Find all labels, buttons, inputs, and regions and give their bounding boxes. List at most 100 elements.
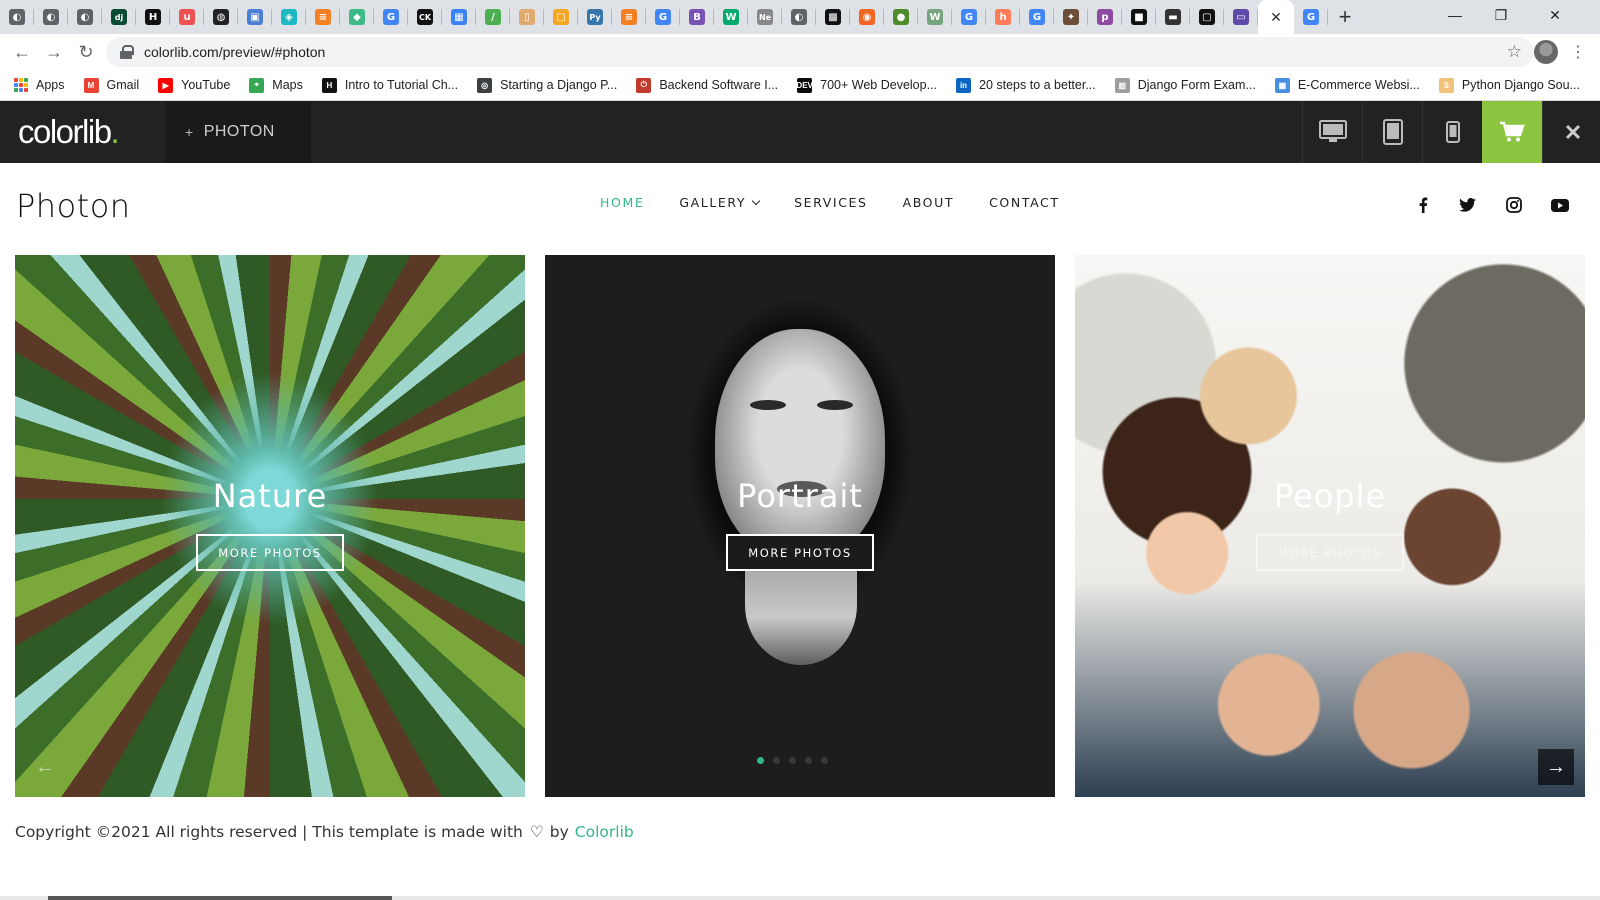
bookmark-item[interactable]: ▦ E-Commerce Websi... [1274, 77, 1420, 93]
browser-tab[interactable]: ■ [1122, 0, 1156, 34]
carousel-dot[interactable] [757, 757, 764, 764]
browser-tab[interactable]: ≡ [612, 0, 646, 34]
bookmark-item[interactable]: S Python Django Sou... [1438, 77, 1580, 93]
browser-tab[interactable]: ◐ [34, 0, 68, 34]
browser-menu-icon[interactable]: ⋮ [1570, 42, 1586, 62]
colorlib-logo[interactable]: colorlib. [18, 113, 120, 151]
facebook-icon[interactable] [1411, 193, 1435, 217]
browser-tab[interactable]: ✦ [1054, 0, 1088, 34]
browser-tab[interactable]: Py [578, 0, 612, 34]
browser-tab[interactable]: B [680, 0, 714, 34]
colorlib-link[interactable]: Colorlib [575, 823, 634, 841]
nav-contact[interactable]: CONTACT [989, 195, 1059, 210]
twitter-icon[interactable] [1455, 193, 1479, 217]
hubspot-icon: h [995, 9, 1011, 25]
browser-tab[interactable]: G [1020, 0, 1054, 34]
desktop-view-button[interactable] [1302, 101, 1362, 163]
browser-tab[interactable]: ◆ [340, 0, 374, 34]
carousel-prev-icon[interactable]: ← [27, 749, 63, 785]
browser-tab[interactable]: G [1294, 0, 1328, 34]
reload-icon[interactable]: ↻ [70, 36, 102, 68]
bookmark-item[interactable]: M Gmail [83, 77, 139, 93]
bookmark-item[interactable]: H Intro to Tutorial Ch... [321, 77, 458, 93]
profile-avatar[interactable] [1534, 40, 1558, 64]
browser-tab[interactable]: ◉ [850, 0, 884, 34]
site-brand[interactable]: Photon [16, 187, 131, 225]
browser-tab[interactable]: ▦ [442, 0, 476, 34]
browser-tab[interactable]: ≡ [306, 0, 340, 34]
browser-tab[interactable]: G [952, 0, 986, 34]
scrollbar-thumb[interactable] [48, 896, 392, 900]
new-tab-button[interactable]: + [1328, 0, 1362, 34]
tablet-view-button[interactable] [1362, 101, 1422, 163]
bookmark-item[interactable]: ▶ YouTube [158, 77, 230, 93]
nav-about[interactable]: ABOUT [903, 195, 955, 210]
theme-selector[interactable]: + PHOTON [165, 101, 311, 163]
browser-tab[interactable]: G [646, 0, 680, 34]
carousel-dot[interactable] [773, 757, 780, 764]
back-icon[interactable]: ← [6, 36, 38, 68]
mobile-view-button[interactable] [1422, 101, 1482, 163]
cart-button[interactable] [1482, 101, 1542, 163]
browser-tab[interactable]: ▢ [544, 0, 578, 34]
browser-tab[interactable]: ▭ [1224, 0, 1258, 34]
close-preview-button[interactable] [1542, 101, 1600, 163]
browser-tab[interactable]: h [986, 0, 1020, 34]
browser-tab[interactable]: ◍ [204, 0, 238, 34]
more-photos-button[interactable]: MORE PHOTOS [726, 534, 874, 571]
browser-tab[interactable]: ▩ [816, 0, 850, 34]
address-bar[interactable]: colorlib.com/preview/#photon ☆ [106, 37, 1534, 67]
browser-tab[interactable]: Ne [748, 0, 782, 34]
nav-services[interactable]: SERVICES [794, 195, 867, 210]
browser-tab[interactable]: ▢ [1190, 0, 1224, 34]
colorlib-icon: ▭ [1233, 9, 1249, 25]
carousel-next-icon[interactable]: → [1538, 749, 1574, 785]
bookmark-item[interactable]: Apps [14, 78, 65, 92]
browser-tab[interactable]: p [1088, 0, 1122, 34]
nav-home[interactable]: HOME [600, 195, 644, 210]
window-close-button[interactable]: ✕ [1532, 0, 1578, 30]
browser-tab[interactable]: G [374, 0, 408, 34]
more-photos-button[interactable]: MORE PHOTOS [1256, 534, 1404, 571]
tab-close-icon[interactable]: ✕ [1270, 9, 1282, 26]
carousel-dot[interactable] [789, 757, 796, 764]
browser-tab[interactable]: ◐ [0, 0, 34, 34]
minimize-button[interactable]: — [1432, 0, 1478, 30]
browser-tab[interactable]: H [136, 0, 170, 34]
bookmark-item[interactable]: ◎ Starting a Django P... [477, 77, 617, 93]
instagram-icon[interactable] [1502, 193, 1526, 217]
more-photos-button[interactable]: MORE PHOTOS [196, 534, 344, 571]
slide-nature[interactable]: Nature MORE PHOTOS ← [15, 255, 525, 797]
browser-tab[interactable]: ◐ [68, 0, 102, 34]
browser-tab[interactable]: u [170, 0, 204, 34]
browser-tab[interactable]: / [476, 0, 510, 34]
restore-button[interactable]: ❐ [1478, 0, 1524, 30]
nav-gallery[interactable]: GALLERY [679, 195, 761, 210]
browser-tab[interactable]: ▬ [1156, 0, 1190, 34]
browser-tab[interactable]: ▣ [238, 0, 272, 34]
browser-tab[interactable]: dj [102, 0, 136, 34]
carousel-dot[interactable] [805, 757, 812, 764]
url-text[interactable]: colorlib.com/preview/#photon [144, 44, 325, 60]
bookmark-item[interactable]: ⏻ Backend Software I... [636, 77, 778, 93]
django-icon: dj [111, 9, 127, 25]
carousel-dot[interactable] [821, 757, 828, 764]
browser-tab[interactable]: W [918, 0, 952, 34]
bookmark-item[interactable]: ⌖ Maps [249, 77, 303, 93]
slide-people[interactable]: People MORE PHOTOS → [1075, 255, 1585, 797]
forward-icon[interactable]: → [38, 36, 70, 68]
slide-portrait[interactable]: Portrait MORE PHOTOS [545, 255, 1055, 797]
browser-tab[interactable]: W [714, 0, 748, 34]
browser-tab[interactable]: ● [884, 0, 918, 34]
active-browser-tab[interactable]: ✕ [1258, 0, 1294, 34]
browser-tab[interactable]: CK [408, 0, 442, 34]
browser-tab[interactable]: ◈ [272, 0, 306, 34]
browser-tab[interactable]: ▯ [510, 0, 544, 34]
youtube-icon[interactable] [1548, 193, 1572, 217]
bookmark-item[interactable]: in 20 steps to a better... [956, 77, 1096, 93]
bookmark-item[interactable]: ▥ Django Form Exam... [1114, 77, 1256, 93]
bookmark-item[interactable]: DEV 700+ Web Develop... [796, 77, 937, 93]
horizontal-scrollbar[interactable] [0, 896, 1600, 900]
browser-tab[interactable]: ◐ [782, 0, 816, 34]
bookmark-star-icon[interactable]: ☆ [1507, 42, 1522, 62]
